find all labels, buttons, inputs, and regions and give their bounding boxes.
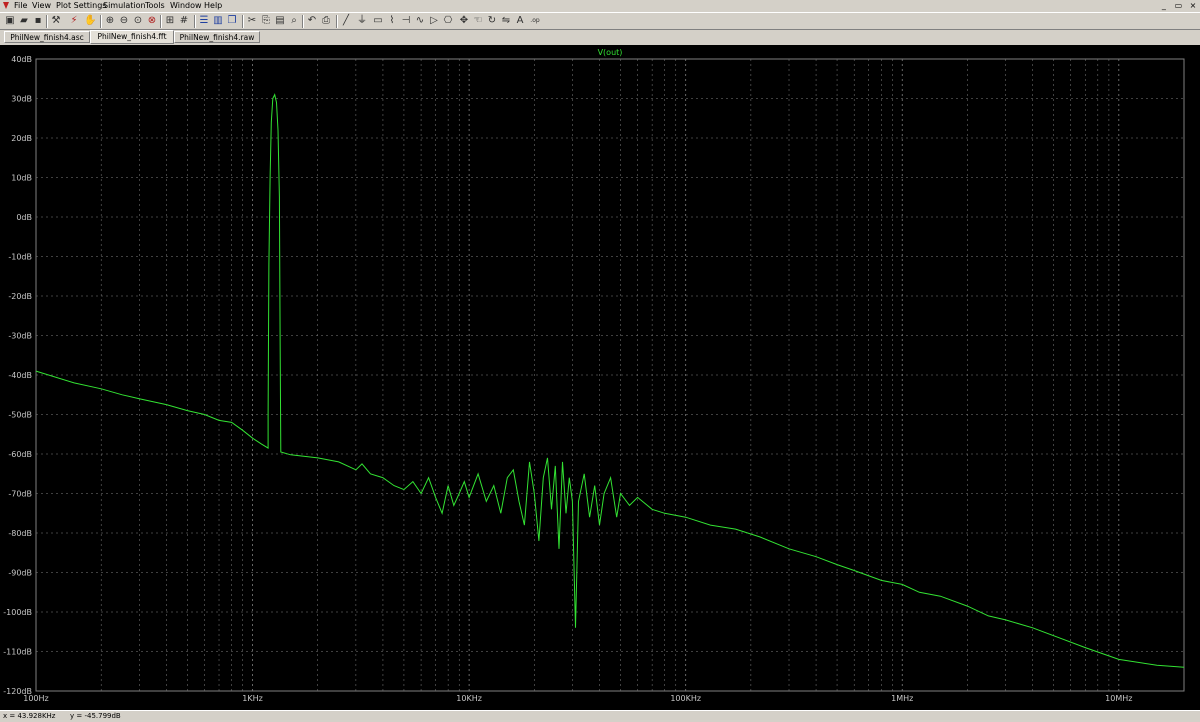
fft-plot[interactable]: 40dB 30dB 20dB 10dB 0dB -10dB -20dB -30dB -40dB -… — [0, 45, 1200, 710]
toolbar-separator — [242, 15, 244, 28]
menu-tools[interactable]: Tools — [145, 1, 165, 11]
window-controls: _ ▭ × — [1157, 1, 1198, 11]
restore-button[interactable]: ▭ — [1173, 1, 1183, 10]
autorange-icon[interactable]: ⊞ — [164, 15, 176, 27]
copy-icon[interactable]: ⎘ — [260, 15, 272, 27]
control-panel-icon[interactable]: ⚒ — [50, 15, 62, 27]
zoom-full-icon[interactable]: ⊙ — [132, 15, 144, 27]
y-tick-label: -100dB — [3, 608, 32, 617]
menu-file[interactable]: File — [14, 1, 27, 11]
tile-horizontal-icon[interactable]: ☰ — [198, 15, 210, 27]
tab-raw[interactable]: PhilNew_finish4.raw — [174, 31, 260, 43]
y-tick-label: -80dB — [8, 529, 32, 538]
trace-label: V(out) — [598, 48, 623, 57]
y-tick-label: -30dB — [8, 332, 32, 341]
ground-icon[interactable]: ⏚ — [356, 15, 368, 27]
y-tick-label: 30dB — [11, 95, 32, 104]
menu-simulation[interactable]: Simulation — [103, 1, 146, 11]
cascade-icon[interactable]: ❐ — [226, 15, 238, 27]
text-icon[interactable]: A — [514, 15, 526, 27]
component-icon[interactable]: ⎔ — [442, 15, 454, 27]
toolbar-separator — [160, 15, 162, 28]
new-schematic-icon[interactable]: ▣ — [4, 15, 16, 27]
toolbar-separator — [100, 15, 102, 28]
x-tick-label: 1KHz — [242, 694, 263, 703]
label-icon[interactable]: ▭ — [372, 15, 384, 27]
tab-schematic[interactable]: PhilNew_finish4.asc — [4, 31, 90, 43]
menu-bar: File View Plot Settings Simulation Tools… — [0, 0, 1200, 12]
resistor-icon[interactable]: ⌇ — [386, 15, 398, 27]
toolbar-separator — [336, 15, 338, 28]
y-tick-label: -20dB — [8, 292, 32, 301]
zoom-in-icon[interactable]: ⊕ — [104, 15, 116, 27]
tab-fft[interactable]: PhilNew_finish4.fft — [90, 30, 174, 44]
menu-help[interactable]: Help — [204, 1, 222, 11]
y-tick-label: -110dB — [3, 648, 32, 657]
halt-icon[interactable]: ✋ — [84, 15, 96, 27]
y-tick-label: 20dB — [11, 134, 32, 143]
x-tick-label: 10MHz — [1105, 694, 1132, 703]
menu-view[interactable]: View — [32, 1, 51, 11]
x-tick-label: 100Hz — [23, 694, 48, 703]
find-icon[interactable]: ⌕ — [288, 15, 300, 27]
spice-directive-icon[interactable]: .op — [528, 15, 542, 27]
y-tick-label: -90dB — [8, 569, 32, 578]
toolbar: ▣ ▰ ▪ ⚒ ⚡ ✋ ⊕ ⊖ ⊙ ⊗ ⊞ # ☰ ▥ ❐ ✂ ⎘ ▤ ⌕ ↶ ⎙ ╱ ⏚ ▭ ⌇ ⊣ ∿ ▷ ⎔ ✥ ☜ ↻ ⇋ A .op — [0, 12, 1200, 30]
undo-icon[interactable]: ↶ — [306, 15, 318, 27]
toolbar-separator — [302, 15, 304, 28]
y-tick-label: 10dB — [11, 174, 32, 183]
diode-icon[interactable]: ▷ — [428, 15, 440, 27]
inductor-icon[interactable]: ∿ — [414, 15, 426, 27]
grid-icon[interactable]: # — [178, 15, 190, 27]
minimize-button[interactable]: _ — [1159, 1, 1169, 10]
menu-window[interactable]: Window — [170, 1, 202, 11]
menu-plot-settings[interactable]: Plot Settings — [56, 1, 106, 11]
y-tick-label: -40dB — [8, 371, 32, 380]
wire-icon[interactable]: ╱ — [340, 15, 352, 27]
paste-icon[interactable]: ▤ — [274, 15, 286, 27]
waveform-viewer[interactable]: 40dB 30dB 20dB 10dB 0dB -10dB -20dB -30dB -40dB -… — [0, 45, 1200, 710]
x-tick-label: 1MHz — [891, 694, 913, 703]
y-tick-label: -70dB — [8, 490, 32, 499]
y-tick-label: 0dB — [16, 213, 32, 222]
move-icon[interactable]: ✥ — [458, 15, 470, 27]
app-icon — [3, 2, 9, 9]
capacitor-icon[interactable]: ⊣ — [400, 15, 412, 27]
cursor-y-readout: y = -45.799dB — [70, 712, 121, 720]
save-icon[interactable]: ▪ — [32, 15, 44, 27]
rotate-icon[interactable]: ↻ — [486, 15, 498, 27]
y-tick-label: -60dB — [8, 450, 32, 459]
close-button[interactable]: × — [1188, 1, 1198, 10]
document-tabs: PhilNew_finish4.asc PhilNew_finish4.fft … — [0, 30, 1200, 44]
mirror-icon[interactable]: ⇋ — [500, 15, 512, 27]
zoom-cancel-icon[interactable]: ⊗ — [146, 15, 158, 27]
drag-icon[interactable]: ☜ — [472, 15, 484, 27]
status-bar: x = 43.928KHz y = -45.799dB — [0, 710, 1200, 722]
toolbar-separator — [194, 15, 196, 28]
x-tick-label: 100KHz — [670, 694, 701, 703]
run-icon[interactable]: ⚡ — [68, 15, 80, 27]
cursor-x-readout: x = 43.928KHz — [3, 712, 56, 720]
x-tick-label: 10KHz — [456, 694, 482, 703]
trace-v-out — [35, 93, 1185, 668]
tile-vertical-icon[interactable]: ▥ — [212, 15, 224, 27]
toolbar-separator — [46, 15, 48, 28]
y-tick-label: 40dB — [11, 55, 32, 64]
cut-icon[interactable]: ✂ — [246, 15, 258, 27]
zoom-out-icon[interactable]: ⊖ — [118, 15, 130, 27]
y-tick-label: -10dB — [8, 253, 32, 262]
print-icon[interactable]: ⎙ — [320, 15, 332, 27]
y-tick-label: -50dB — [8, 411, 32, 420]
open-icon[interactable]: ▰ — [18, 15, 30, 27]
